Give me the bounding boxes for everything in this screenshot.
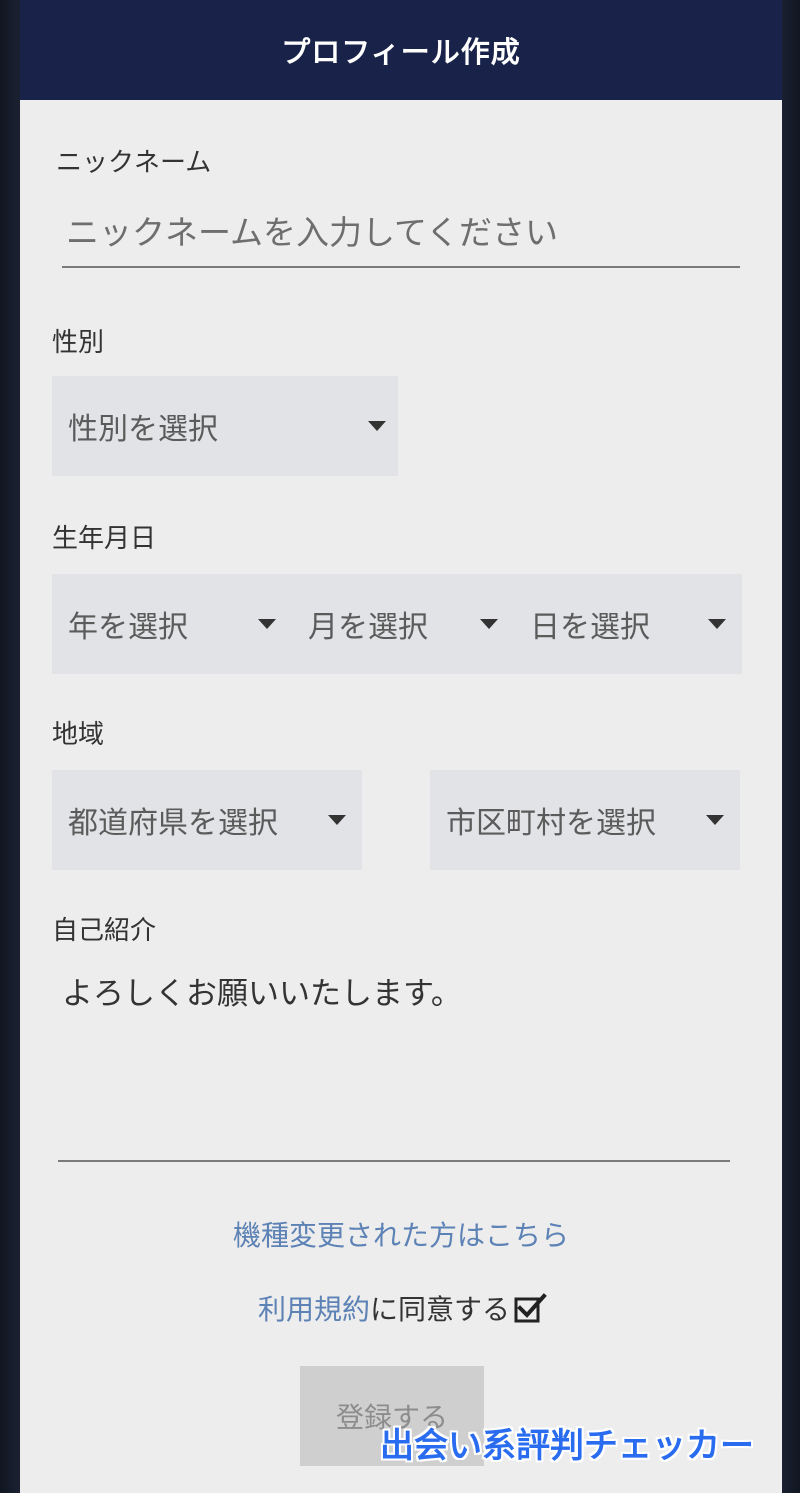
- chevron-down-icon: [708, 619, 726, 629]
- birthdate-label: 生年月日: [52, 524, 157, 554]
- terms-row: 利用規約 に同意する: [20, 1288, 782, 1328]
- terms-agree-text: に同意する: [370, 1293, 511, 1326]
- page-title: プロフィール作成: [281, 35, 521, 69]
- gender-label: 性別: [52, 328, 105, 358]
- bio-textarea[interactable]: よろしくお願いいたします。: [62, 968, 462, 1013]
- birth-day-select[interactable]: 日を選択: [514, 574, 742, 674]
- bio-underline: [58, 1160, 730, 1162]
- chevron-down-icon: [706, 815, 724, 825]
- profile-form: ニックネーム 性別 性別を選択 生年月日 年を選択 月を選択 日を選択 地域 都…: [20, 100, 782, 1493]
- birth-day-text: 日を選択: [530, 610, 650, 645]
- gender-select[interactable]: 性別を選択: [52, 376, 398, 476]
- app-header: プロフィール作成: [20, 0, 782, 100]
- nickname-input[interactable]: [62, 208, 740, 268]
- chevron-down-icon: [328, 815, 346, 825]
- terms-link[interactable]: 利用規約: [258, 1288, 370, 1328]
- birth-month-select[interactable]: 月を選択: [292, 574, 514, 674]
- chevron-down-icon: [258, 619, 276, 629]
- terms-checkbox[interactable]: [514, 1293, 547, 1323]
- birth-year-text: 年を選択: [68, 610, 188, 645]
- chevron-down-icon: [480, 619, 498, 629]
- prefecture-text: 都道府県を選択: [68, 806, 278, 841]
- bio-label: 自己紹介: [52, 916, 157, 946]
- checkmark-icon: [514, 1293, 547, 1323]
- chevron-down-icon: [368, 421, 386, 431]
- region-label: 地域: [52, 720, 105, 750]
- prefecture-select[interactable]: 都道府県を選択: [52, 770, 362, 870]
- city-select[interactable]: 市区町村を選択: [430, 770, 740, 870]
- gender-select-text: 性別を選択: [68, 412, 218, 447]
- device-change-link[interactable]: 機種変更された方はこちら: [20, 1214, 782, 1254]
- birth-year-select[interactable]: 年を選択: [52, 574, 292, 674]
- nickname-label: ニックネーム: [56, 148, 212, 178]
- city-text: 市区町村を選択: [446, 806, 656, 841]
- watermark-text: 出会い系評判チェッカー: [380, 1426, 754, 1466]
- birth-month-text: 月を選択: [308, 610, 428, 645]
